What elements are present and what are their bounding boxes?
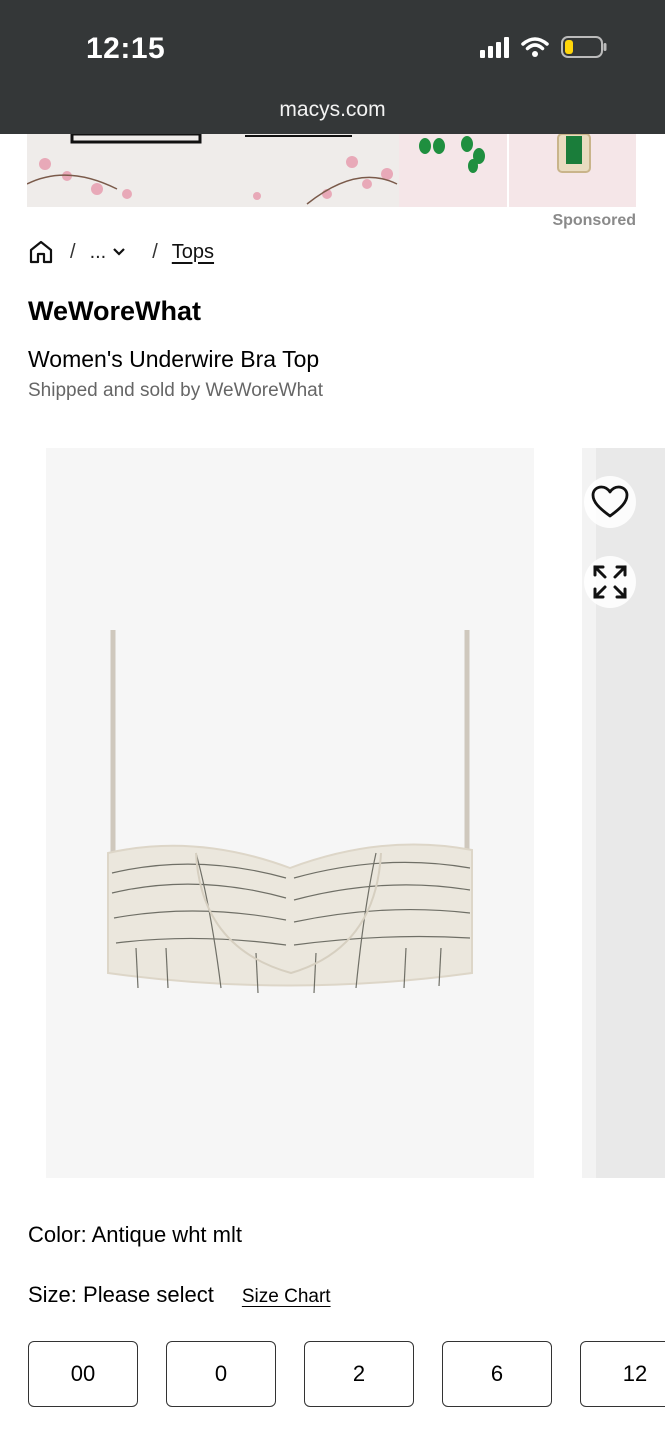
size-option-6[interactable]: 6 — [442, 1341, 552, 1407]
size-options: 00 0 2 6 12 — [28, 1341, 665, 1407]
status-bar: 12:15 macys.com — [0, 0, 665, 134]
expand-image-button[interactable] — [584, 556, 636, 608]
breadcrumb-more-button[interactable]: ... — [90, 241, 127, 264]
size-row: Size: Please select Size Chart — [28, 1282, 331, 1308]
wifi-icon — [521, 37, 549, 57]
status-time: 12:15 — [86, 32, 166, 65]
ad-banner[interactable] — [27, 134, 636, 207]
size-option-0[interactable]: 0 — [166, 1341, 276, 1407]
favorite-button[interactable] — [584, 476, 636, 528]
breadcrumb-separator: / — [152, 240, 158, 263]
chevron-down-icon — [113, 248, 126, 256]
size-option-12[interactable]: 12 — [580, 1341, 665, 1407]
product-brand[interactable]: WeWoreWhat — [28, 296, 201, 327]
heart-icon — [591, 485, 629, 518]
home-icon[interactable] — [28, 239, 54, 265]
battery-icon — [561, 36, 607, 58]
breadcrumb-link-tops[interactable]: Tops — [172, 241, 214, 264]
size-chart-link[interactable]: Size Chart — [242, 1286, 331, 1308]
signal-icon — [480, 36, 509, 58]
size-option-2[interactable]: 2 — [304, 1341, 414, 1407]
product-image-artwork — [107, 630, 473, 994]
next-product-image[interactable] — [582, 448, 665, 1178]
breadcrumb-more-label: ... — [89, 240, 107, 263]
size-option-00[interactable]: 00 — [28, 1341, 138, 1407]
status-icons — [480, 36, 607, 58]
product-seller: Shipped and sold by WeWoreWhat — [28, 380, 324, 401]
sponsored-label: Sponsored — [552, 212, 636, 229]
product-image[interactable] — [46, 448, 534, 1178]
size-label: Size: Please select — [28, 1282, 214, 1307]
ad-banner-artwork — [27, 134, 636, 207]
breadcrumb: / ... / Tops — [28, 237, 214, 267]
product-title: Women's Underwire Bra Top — [28, 346, 320, 372]
expand-icon — [593, 565, 627, 599]
color-label: Color: Antique wht mlt — [28, 1222, 242, 1247]
breadcrumb-separator: / — [70, 240, 76, 263]
url-bar[interactable]: macys.com — [0, 98, 665, 122]
